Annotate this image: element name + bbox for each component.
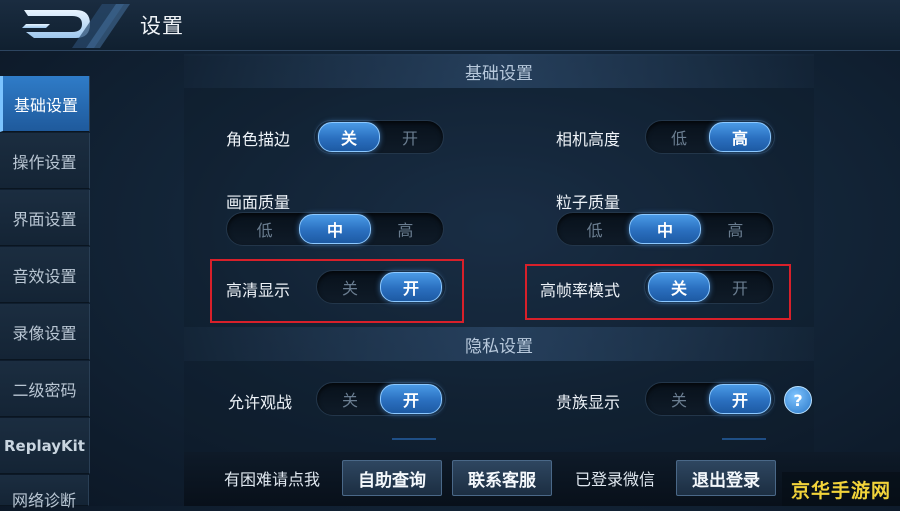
contact-support-button[interactable]: 联系客服 (452, 460, 552, 496)
camera-height-high-option[interactable]: 高 (709, 122, 771, 152)
page-title: 设置 (140, 14, 184, 38)
section-header-privacy: 隐私设置 (184, 327, 814, 361)
high-fps-toggle: 关 开 (644, 270, 774, 304)
outline-toggle: 关 开 (314, 120, 444, 154)
particle-mid-option[interactable]: 中 (629, 214, 701, 244)
noble-display-on-option[interactable]: 开 (709, 384, 771, 414)
help-icon[interactable]: ? (784, 386, 812, 414)
noble-display-toggle: 关 开 (645, 382, 775, 416)
section-header-basic: 基础设置 (184, 54, 814, 88)
allow-spectate-toggle: 关 开 (316, 382, 446, 416)
top-header: 设置 (0, 0, 900, 51)
sidebar-item-replaykit[interactable]: ReplayKit (0, 418, 90, 474)
particle-high-option[interactable]: 高 (701, 215, 770, 243)
allow-spectate-label: 允许观战 (228, 393, 293, 412)
wechat-login-status: 已登录微信 (575, 470, 656, 489)
allow-spectate-off-option[interactable]: 关 (320, 385, 380, 413)
sidebar-item-secondary-password[interactable]: 二级密码 (0, 361, 90, 417)
back-arrow-icon[interactable] (6, 2, 130, 48)
noble-display-off-option[interactable]: 关 (649, 385, 709, 413)
camera-height-low-option[interactable]: 低 (649, 123, 709, 151)
particle-low-option[interactable]: 低 (560, 215, 629, 243)
sidebar-item-interface-settings[interactable]: 界面设置 (0, 190, 90, 246)
quality-toggle: 低 中 高 (226, 212, 444, 246)
particle-label: 粒子质量 (556, 193, 621, 212)
sidebar-item-basic-settings[interactable]: 基础设置 (0, 76, 90, 132)
outline-off-option[interactable]: 关 (318, 122, 380, 152)
logout-button[interactable]: 退出登录 (676, 460, 776, 496)
noble-display-label: 贵族显示 (556, 393, 621, 412)
high-fps-label: 高帧率模式 (540, 281, 621, 300)
sidebar-item-recording-settings[interactable]: 录像设置 (0, 304, 90, 360)
particle-toggle: 低 中 高 (556, 212, 774, 246)
partial-toggle-right (722, 438, 766, 448)
sidebar-item-audio-settings[interactable]: 音效设置 (0, 247, 90, 303)
outline-on-option[interactable]: 开 (380, 123, 440, 151)
hd-display-off-option[interactable]: 关 (320, 273, 380, 301)
high-fps-off-option[interactable]: 关 (648, 272, 710, 302)
quality-low-option[interactable]: 低 (230, 215, 299, 243)
sidebar-item-control-settings[interactable]: 操作设置 (0, 133, 90, 189)
quality-label: 画面质量 (226, 193, 291, 212)
allow-spectate-on-option[interactable]: 开 (380, 384, 442, 414)
sidebar: 基础设置 操作设置 界面设置 音效设置 录像设置 二级密码 ReplayKit … (0, 76, 90, 510)
help-prompt-text: 有困难请点我 (224, 470, 321, 489)
camera-height-toggle: 低 高 (645, 120, 775, 154)
quality-mid-option[interactable]: 中 (299, 214, 371, 244)
high-fps-on-option[interactable]: 开 (710, 273, 770, 301)
outline-label: 角色描边 (226, 130, 291, 149)
quality-high-option[interactable]: 高 (371, 215, 440, 243)
hd-display-on-option[interactable]: 开 (380, 272, 442, 302)
self-service-button[interactable]: 自助查询 (342, 460, 442, 496)
sidebar-item-network-diagnosis[interactable]: 网络诊断 (0, 475, 89, 510)
hd-display-toggle: 关 开 (316, 270, 446, 304)
watermark-logo: 京华手游网 (782, 472, 900, 506)
hd-display-label: 高清显示 (226, 281, 291, 300)
camera-height-label: 相机高度 (556, 130, 621, 149)
partial-toggle-left (392, 438, 436, 448)
